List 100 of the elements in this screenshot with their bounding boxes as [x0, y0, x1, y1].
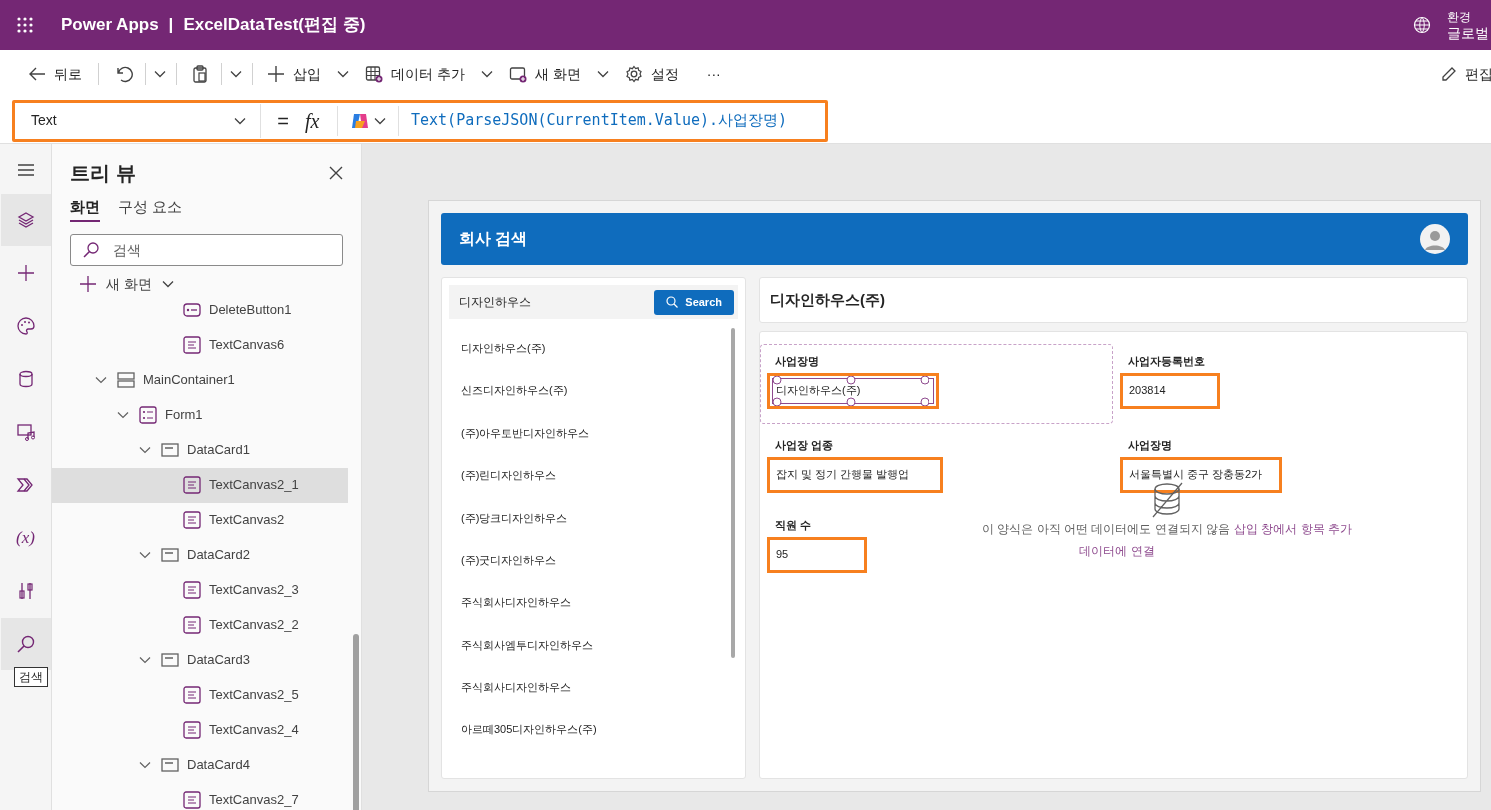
text-icon [183, 686, 201, 704]
card-icon [161, 756, 179, 774]
chevron-down-icon [161, 280, 174, 288]
text-icon [183, 581, 201, 599]
list-item[interactable]: (주)린디자인하우스 [461, 467, 557, 484]
list-item[interactable]: 주식회사디자인하우스 [461, 594, 571, 611]
list-item[interactable]: 디자인하우스(주) [461, 339, 546, 357]
button-icon [183, 301, 201, 319]
tab[interactable]: 구성 요소 [118, 196, 183, 222]
text-icon [183, 616, 201, 634]
plus-icon [15, 263, 36, 283]
chevron-down-icon [337, 70, 349, 78]
settings-button[interactable]: 설정 [616, 58, 687, 90]
field-label: 사업장명 [1128, 438, 1172, 453]
field-value[interactable]: 잡지 및 정기 간행물 발행업 [767, 456, 943, 493]
screen-button[interactable]: 새 화면 [500, 58, 589, 90]
search-field[interactable]: 검색 [70, 233, 343, 266]
globe-icon[interactable] [1413, 16, 1431, 34]
field-value[interactable]: 95 [767, 536, 867, 573]
chevron-down-icon[interactable] [139, 551, 151, 559]
palette-icon [15, 316, 36, 336]
list-item[interactable]: 신즈디자인하우스(주) [461, 382, 568, 399]
search-icon [82, 240, 100, 259]
field-value[interactable]: 디자인하우스(주) [767, 372, 939, 409]
table-plus-icon [365, 65, 383, 83]
scrollbar[interactable] [353, 634, 359, 810]
text-icon [183, 721, 201, 739]
field-label: 직원 수 [775, 518, 812, 533]
insert-hint: 삽입 창에서 항목 추가 [1234, 521, 1353, 538]
chevron-down-icon[interactable] [139, 656, 151, 664]
formula-input[interactable]: Text(ParseJSON(CurrentItem.Value).사업장명) [399, 109, 788, 132]
screen-plus-icon [508, 65, 527, 83]
document-title: ExcelDataTest(편집 중) [183, 14, 366, 37]
chevron-down-icon[interactable] [139, 761, 151, 769]
clipboard-icon [191, 65, 209, 83]
property-dropdown[interactable]: Text [17, 103, 261, 138]
chevron-down-icon[interactable] [139, 446, 151, 454]
environment-name[interactable]: 글로벌 [1447, 25, 1489, 41]
chevron-down-icon[interactable] [95, 376, 107, 384]
close-icon [329, 166, 343, 180]
field-value[interactable]: 203814 [1120, 372, 1220, 409]
close-button[interactable] [329, 166, 343, 180]
card-icon [161, 546, 179, 564]
form-icon [139, 406, 157, 424]
plus-icon [80, 276, 96, 292]
card-icon [161, 441, 179, 459]
undo-icon [115, 65, 133, 83]
field-label: 사업장명 [775, 354, 819, 369]
chevron-down-icon [480, 70, 493, 78]
back-arrow-icon [28, 65, 46, 83]
field-label: 사업자등록번호 [1128, 354, 1205, 369]
text-icon [183, 511, 201, 529]
data-button[interactable]: 데이터 추가 [357, 58, 473, 90]
chevron-down-icon [234, 116, 246, 125]
container-icon [117, 371, 135, 389]
edit-button[interactable]: 편집 [1441, 63, 1491, 85]
settings-icon [624, 65, 643, 83]
tab[interactable]: 화면 [70, 196, 100, 222]
tooltip: 검색 [14, 667, 48, 687]
more-button[interactable]: ··· [696, 58, 731, 90]
tree-item[interactable]: TextCanvas2_1 [52, 467, 348, 503]
media-icon [15, 422, 36, 442]
scrollbar[interactable] [731, 328, 735, 658]
card-icon [161, 651, 179, 669]
environment-label: 환경 [1447, 9, 1472, 25]
panel-title: 트리 뷰 [70, 161, 136, 186]
text-icon [183, 336, 201, 354]
list-item[interactable]: 아르떼305디자인하우스(주) [461, 721, 597, 738]
pencil-icon [1441, 66, 1457, 82]
list-item[interactable]: 주식회사엠투디자인하우스 [461, 636, 593, 654]
search-button[interactable]: Search [654, 289, 734, 315]
chevron-down-icon [374, 116, 386, 125]
database-off-icon [1150, 482, 1184, 518]
list-item[interactable]: (주)굿디자인하우스 [461, 551, 557, 569]
equals-sign: = [276, 108, 290, 134]
new-screen-button[interactable]: 새 화면 [52, 273, 361, 295]
search-icon [666, 296, 679, 308]
avatar [1420, 224, 1450, 254]
text-icon [183, 791, 201, 809]
chevron-down-icon [154, 70, 166, 78]
fx-label: fx [305, 108, 321, 135]
insert-button[interactable]: 삽입 [259, 58, 329, 90]
search-icon [15, 634, 36, 654]
chevron-down-icon [596, 70, 609, 78]
title-separator: | [168, 14, 174, 37]
detail-title: 디자인하우스(주) [770, 289, 885, 310]
back-button[interactable]: 뒤로 [20, 58, 90, 90]
app-launcher-icon[interactable] [17, 17, 33, 33]
chevron-down-icon[interactable] [117, 411, 129, 419]
list-item[interactable]: (주)아우토반디자인하우스 [461, 424, 590, 442]
field-value[interactable]: 서울특별시 중구 장충동2가 [1120, 456, 1282, 493]
rail-variables-button[interactable]: (x) [0, 512, 51, 564]
empty-state-message: 이 양식은 아직 어떤 데이터에도 연결되지 않음 [982, 521, 1230, 538]
plus-icon [267, 65, 285, 83]
text-icon [183, 476, 201, 494]
search-input[interactable]: 디자인하우스 [459, 293, 531, 311]
connect-data-link[interactable]: 데이터에 연결 [1079, 542, 1155, 560]
list-item[interactable]: (주)당크디자인하우스 [461, 509, 568, 526]
list-item[interactable]: 주식회사디자인하우스 [461, 679, 571, 696]
app-title: Power Apps [61, 14, 159, 37]
